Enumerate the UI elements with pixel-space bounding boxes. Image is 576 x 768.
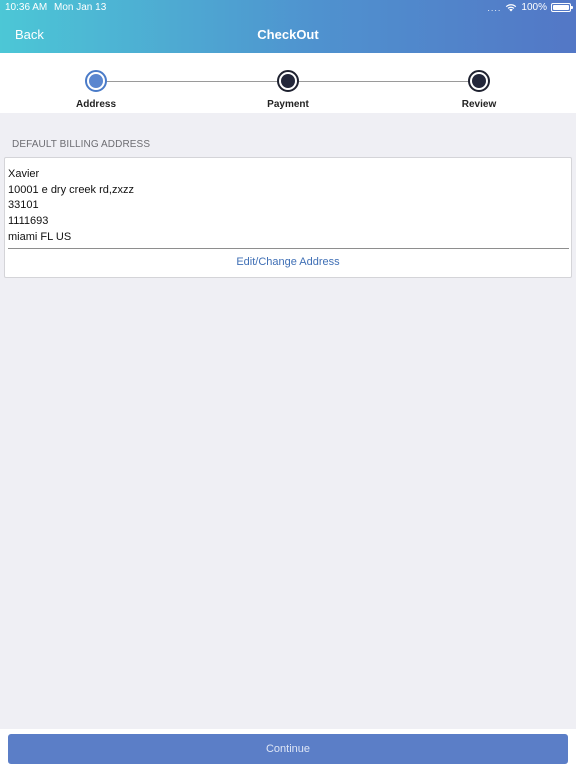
status-indicators: .... 100% (487, 2, 573, 13)
address-name: Xavier (8, 168, 40, 180)
billing-address-card: Xavier 10001 e dry creek rd,zxzz 33101 1… (4, 157, 572, 278)
step-review-indicator (468, 70, 490, 92)
edit-address-button[interactable]: Edit/Change Address (5, 256, 571, 268)
wifi-icon (505, 3, 517, 12)
step-address-indicator (85, 70, 107, 92)
battery-percentage: 100% (521, 2, 547, 13)
status-time: 10:36 AM (5, 2, 48, 13)
address-city-state-country: miami FL US (8, 231, 72, 243)
step-payment-label: Payment (267, 99, 309, 110)
step-address-label: Address (75, 99, 116, 110)
address-street: 10001 e dry creek rd,zxzz (8, 184, 134, 196)
step-payment-indicator (277, 70, 299, 92)
bottom-bar: Continue (0, 729, 576, 768)
step-review-label: Review (461, 99, 497, 110)
signal-icon: .... (487, 2, 502, 13)
navigation-header: 10:36 AM Mon Jan 13 .... 100% Back Check… (0, 0, 576, 53)
address-zip: 33101 (8, 199, 39, 211)
billing-section-title: DEFAULT BILLING ADDRESS (12, 139, 151, 150)
page-title: CheckOut (257, 27, 319, 42)
status-bar: 10:36 AM Mon Jan 13 .... 100% (0, 0, 576, 16)
card-divider (8, 248, 569, 249)
battery-icon (551, 3, 573, 12)
continue-button[interactable]: Continue (8, 734, 568, 764)
checkout-progress: Address Payment Review (0, 53, 576, 113)
address-phone: 1111693 (8, 215, 49, 227)
status-date: Mon Jan 13 (54, 2, 107, 13)
